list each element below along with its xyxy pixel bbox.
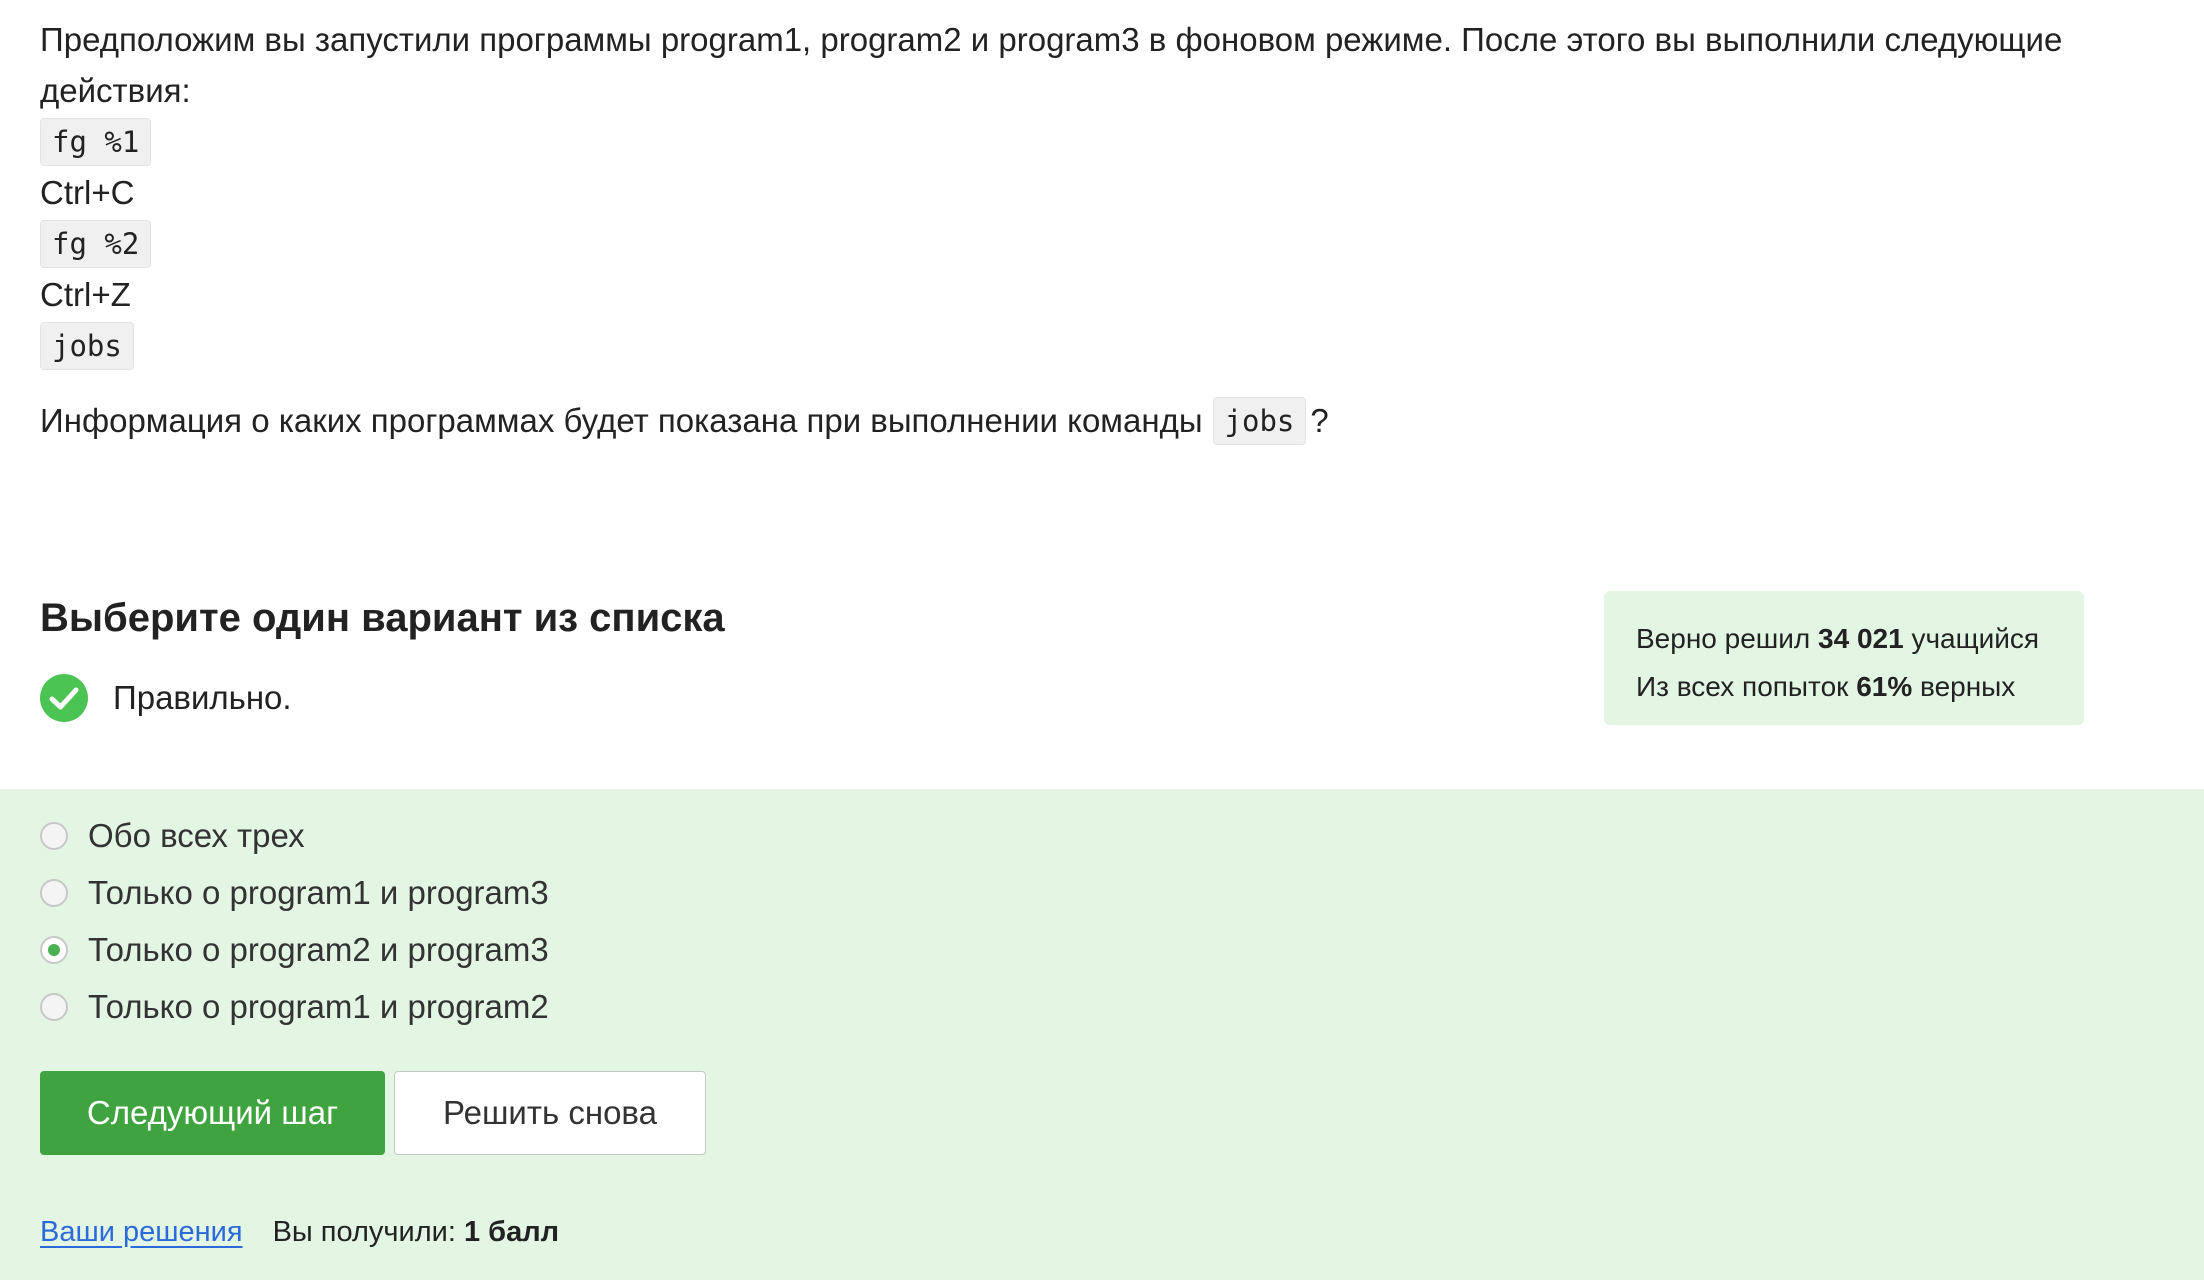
stats-solved-count: 34 021 — [1818, 623, 1904, 654]
option-item[interactable]: Только о program1 и program2 — [40, 978, 549, 1035]
choose-title: Выберите один вариант из списка — [40, 596, 725, 640]
score-prefix: Вы получили: — [272, 1216, 456, 1248]
stats-panel: Верно решил 34 021 учащийся Из всех попы… — [1604, 591, 2084, 725]
option-item[interactable]: Только о program1 и program3 — [40, 864, 549, 921]
your-solutions-link[interactable]: Ваши решения — [40, 1216, 243, 1249]
option-label[interactable]: Только о program2 и program3 — [88, 931, 549, 969]
prompt-code: jobs — [1212, 396, 1307, 445]
option-label[interactable]: Только о program1 и program2 — [88, 988, 549, 1026]
command-line: Ctrl+Z — [40, 269, 2120, 320]
keystroke-text: Ctrl+Z — [40, 276, 131, 313]
result-text: Правильно. — [113, 679, 292, 716]
question-prompt: Информация о каких программах будет пока… — [40, 395, 2120, 446]
stats-solved-prefix: Верно решил — [1636, 623, 1811, 654]
stats-attempts-suffix: верных — [1920, 671, 2016, 702]
command-line: fg %1 — [40, 116, 2120, 167]
command-line: Ctrl+C — [40, 167, 2120, 218]
retry-button[interactable]: Решить снова — [394, 1071, 706, 1155]
stats-attempts-line: Из всех попыток 61% верных — [1636, 663, 2052, 711]
stats-solved-line: Верно решил 34 021 учащийся — [1636, 615, 2052, 663]
radio-button[interactable] — [40, 821, 68, 850]
radio-dot — [48, 943, 60, 956]
command-line: jobs — [40, 320, 2120, 371]
score-text: Вы получили: 1 балл — [273, 1216, 560, 1249]
stats-attempts-percent: 61% — [1856, 671, 1913, 702]
question-block: Предположим вы запустили программы progr… — [40, 14, 2120, 446]
check-circle-icon — [40, 674, 88, 722]
option-label[interactable]: Обо всех трех — [88, 817, 305, 855]
prompt-question-mark: ? — [1310, 402, 1329, 439]
footer-bar: Ваши решения Вы получили: 1 балл — [40, 1216, 559, 1249]
option-item[interactable]: Только о program2 и program3 — [40, 921, 549, 978]
command-code: jobs — [40, 321, 134, 370]
radio-button[interactable] — [40, 878, 68, 907]
command-code: fg %1 — [40, 117, 152, 166]
stats-attempts-prefix: Из всех попыток — [1636, 671, 1849, 702]
stats-solved-suffix: учащийся — [1911, 623, 2040, 654]
radio-button[interactable] — [40, 992, 68, 1021]
prompt-text: Информация о каких программах будет пока… — [40, 402, 1203, 439]
next-step-button[interactable]: Следующий шаг — [40, 1071, 385, 1155]
option-label[interactable]: Только о program1 и program3 — [88, 874, 549, 912]
option-item[interactable]: Обо всех трех — [40, 807, 549, 864]
question-intro: Предположим вы запустили программы progr… — [40, 21, 2063, 109]
step-page: Предположим вы запустили программы progr… — [0, 0, 2204, 1280]
options-list: Обо всех трех Только о program1 и progra… — [40, 807, 549, 1035]
score-value: 1 балл — [463, 1216, 560, 1248]
answer-zone: Обо всех трех Только о program1 и progra… — [0, 789, 2204, 1280]
keystroke-text: Ctrl+C — [40, 174, 135, 211]
radio-button[interactable] — [40, 935, 68, 964]
result-status: Правильно. — [40, 674, 292, 722]
command-line: fg %2 — [40, 218, 2120, 269]
command-code: fg %2 — [40, 219, 152, 268]
